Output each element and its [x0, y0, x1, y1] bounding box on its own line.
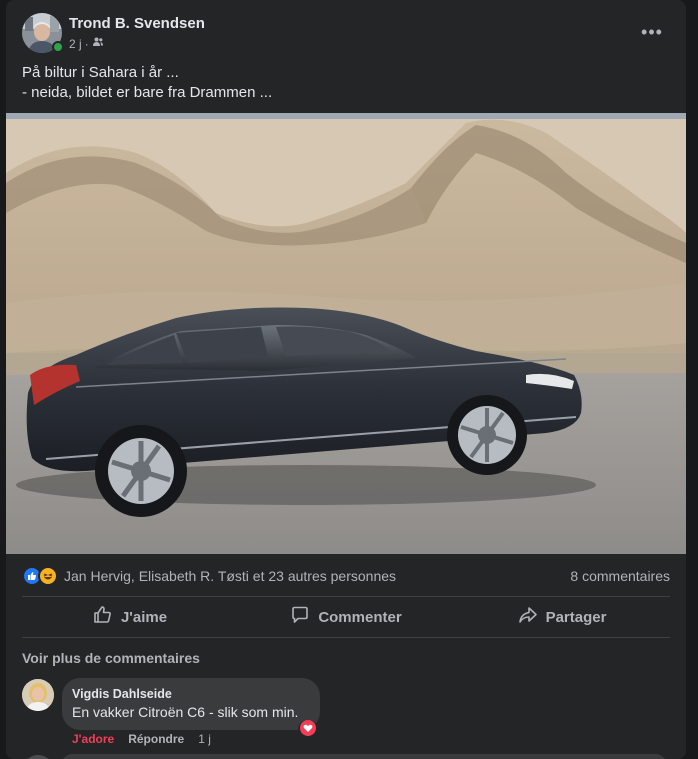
friends-icon[interactable] — [92, 36, 104, 51]
comment-actions: J'adore Répondre 1 j — [72, 732, 211, 746]
comment-timestamp[interactable]: 1 j — [198, 732, 211, 746]
comment-button[interactable]: Commenter — [238, 598, 454, 636]
post-header: Trond B. Svendsen 2 j · ••• — [6, 12, 686, 56]
next-comment-bubble — [62, 754, 666, 759]
post-text-line-2: - neida, bildet er bare fra Drammen ... — [22, 84, 273, 101]
divider-top — [22, 596, 670, 597]
reactions-summary: Jan Hervig, Elisabeth R. Tøsti et 23 aut… — [22, 562, 670, 590]
share-arrow-icon — [518, 605, 538, 629]
share-label: Partager — [545, 608, 607, 626]
heart-icon — [299, 719, 317, 742]
comment-love-button[interactable]: J'adore — [72, 732, 114, 746]
like-label: J'aime — [120, 608, 168, 626]
post-text: På biltur i Sahara i år ... - neida, bil… — [22, 63, 272, 103]
comment-text: En vakker Citroën C6 - slik som min. — [72, 704, 299, 720]
post-text-line-1: På biltur i Sahara i år ... — [22, 64, 179, 81]
share-button[interactable]: Partager — [454, 598, 670, 636]
comment-bubble-icon — [290, 605, 310, 629]
divider-bottom — [22, 637, 670, 638]
comment-reaction-badge[interactable] — [298, 719, 318, 742]
comment-label: Commenter — [318, 608, 402, 626]
next-commenter-avatar[interactable] — [22, 755, 54, 759]
separator-dot: · — [84, 36, 89, 51]
reaction-icons[interactable] — [22, 566, 58, 586]
post-card: Trond B. Svendsen 2 j · ••• På biltur i … — [6, 0, 686, 759]
view-more-comments-link[interactable]: Voir plus de commentaires — [22, 650, 200, 666]
comment-count[interactable]: 8 commentaires — [570, 568, 670, 584]
comment-reply-button[interactable]: Répondre — [128, 732, 184, 746]
post-timestamp[interactable]: 2 j — [69, 37, 82, 51]
online-status-dot — [52, 41, 64, 53]
comment-bubble: Vigdis Dahlseide En vakker Citroën C6 - … — [62, 678, 320, 730]
post-photo[interactable] — [6, 113, 686, 554]
post-actions: J'aime Commenter Partager — [22, 598, 670, 636]
more-dots-icon: ••• — [641, 21, 663, 42]
comment-author[interactable]: Vigdis Dahlseide — [72, 687, 172, 701]
reaction-names[interactable]: Jan Hervig, Elisabeth R. Tøsti et 23 aut… — [64, 568, 396, 584]
haha-icon — [38, 566, 58, 586]
commenter-avatar[interactable] — [22, 679, 54, 711]
thumbs-up-icon — [93, 605, 113, 629]
post-options-button[interactable]: ••• — [636, 18, 668, 46]
post-author-name[interactable]: Trond B. Svendsen — [69, 15, 205, 32]
post-meta: 2 j · — [69, 36, 104, 51]
like-button[interactable]: J'aime — [22, 598, 238, 636]
